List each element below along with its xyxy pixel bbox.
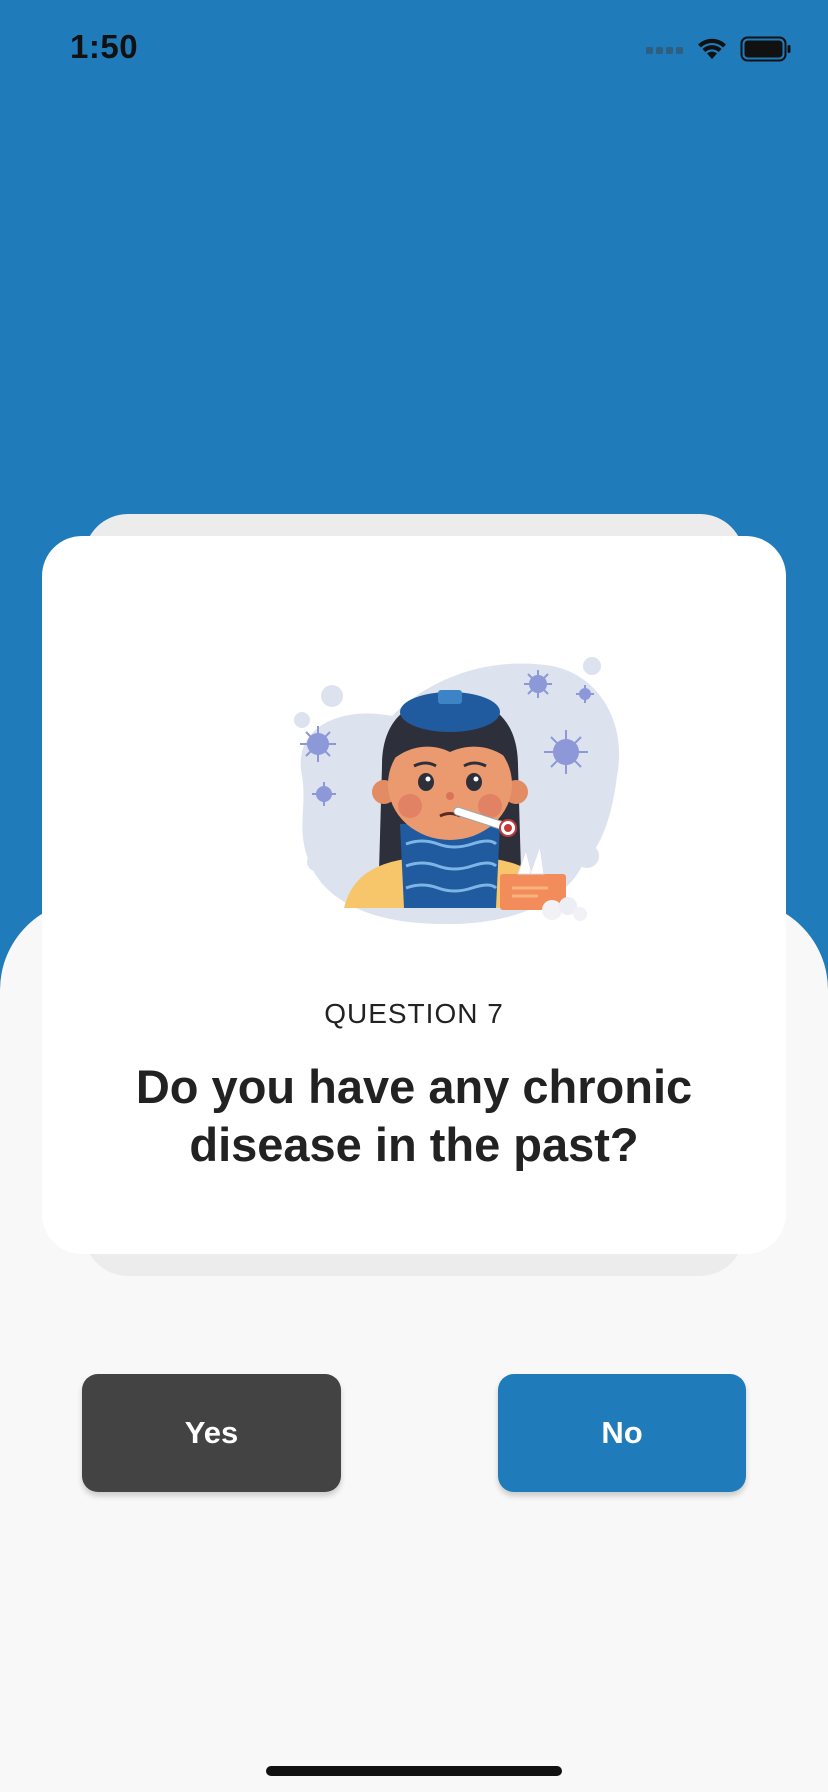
no-button[interactable]: No — [498, 1374, 746, 1492]
sick-person-illustration — [294, 657, 620, 925]
home-indicator[interactable] — [266, 1766, 562, 1776]
question-text: Do you have any chronic disease in the p… — [135, 1060, 693, 1171]
battery-icon — [740, 36, 791, 62]
wifi-icon — [698, 38, 726, 59]
question-card: QUESTION 7 Do you have any chronic disea… — [42, 536, 786, 1254]
question-number-label: QUESTION 7 — [324, 998, 504, 1029]
cellular-signal-icon — [646, 47, 683, 54]
status-time: 1:50 — [70, 28, 139, 65]
status-bar: 1:50 — [0, 0, 828, 100]
status-icons — [646, 34, 792, 64]
yes-button[interactable]: Yes — [82, 1374, 341, 1492]
